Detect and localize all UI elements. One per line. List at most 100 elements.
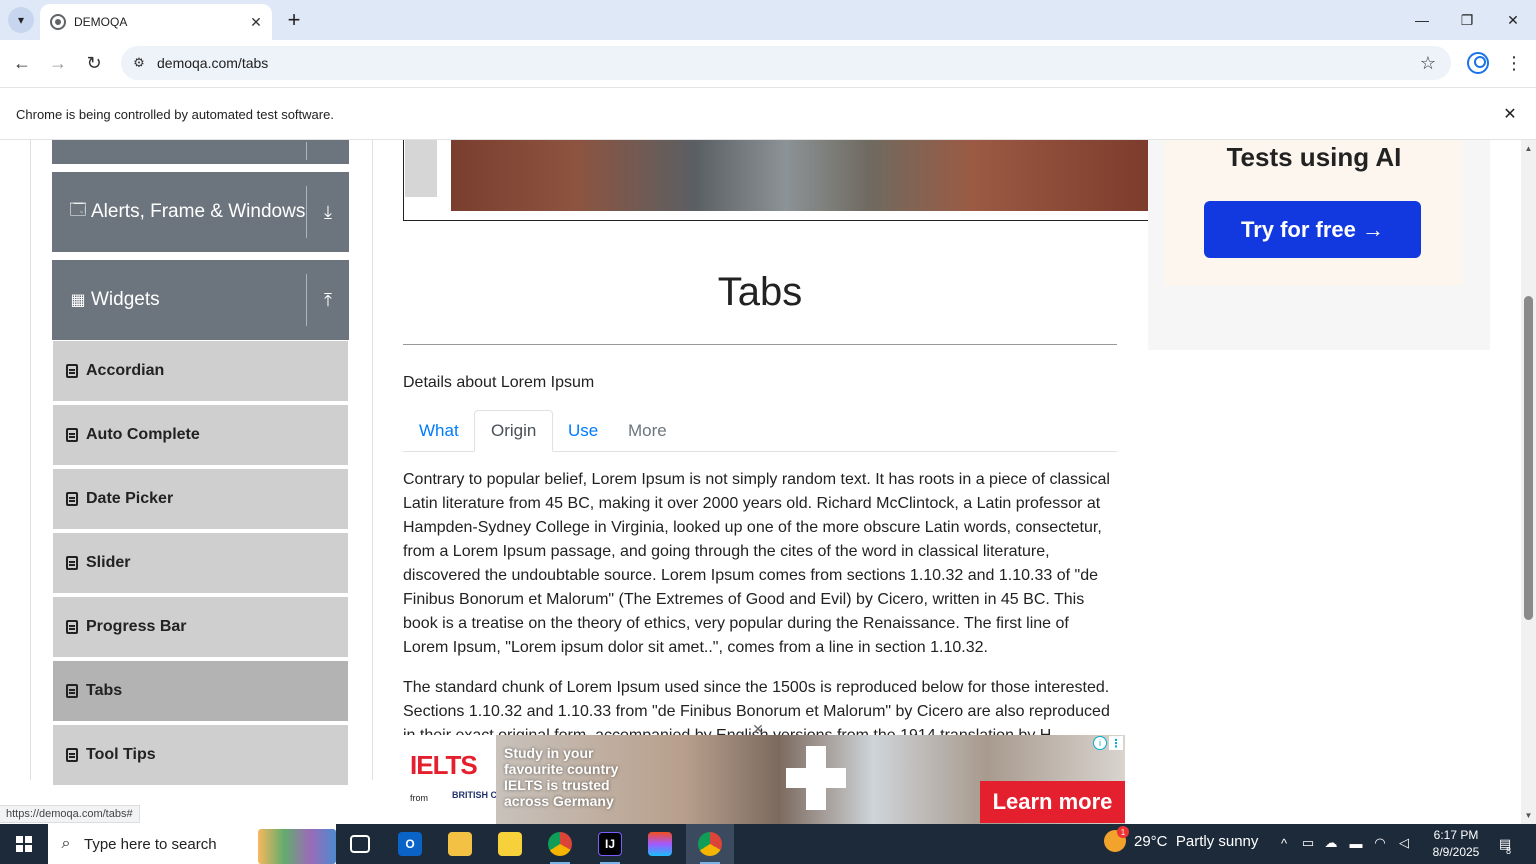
reload-button[interactable]: ↻ [82, 51, 106, 75]
volume-icon[interactable]: ◁ [1395, 834, 1413, 852]
sidebar-group-alerts[interactable]: 🗔 Alerts, Frame & Windows ⤓ [52, 172, 349, 252]
window-icon: 🗔 [69, 201, 87, 219]
task-view-icon [350, 835, 370, 853]
battery-icon[interactable]: ▬ [1347, 834, 1365, 852]
sidebar-item-tabs[interactable]: Tabs [53, 661, 348, 723]
item-icon [66, 492, 78, 506]
status-bar-url: https://demoqa.com/tabs# [0, 805, 140, 823]
onedrive-icon[interactable]: ☁ [1322, 834, 1340, 852]
forward-button[interactable]: → [46, 51, 70, 75]
try-for-free-button[interactable]: Try for free → [1204, 201, 1421, 258]
browser-tab[interactable]: DEMOQA ✕ [40, 4, 272, 40]
ad-copy-line: across Germany [504, 793, 614, 809]
sidebar-item-label: Tool Tips [86, 746, 156, 763]
taskbar-chrome-active[interactable] [686, 824, 734, 864]
sticky-notes-icon [498, 832, 522, 856]
ad-info-icon[interactable]: i [1093, 736, 1107, 750]
tab-what[interactable]: What [403, 410, 475, 452]
ad-headline: Tests using AI [1226, 142, 1402, 172]
site-info-icon[interactable]: ⚙ [129, 53, 149, 73]
tab-more: More [628, 421, 667, 440]
group-label: Alerts, Frame & Windows [91, 201, 306, 222]
group-label: Widgets [91, 289, 160, 310]
weather-text: 29°C Partly sunny [1134, 832, 1259, 850]
chrome-icon [698, 832, 722, 856]
search-placeholder: Type here to search [84, 835, 217, 853]
scroll-down-arrow-icon[interactable]: ▼ [1521, 808, 1536, 822]
start-button[interactable] [0, 824, 48, 864]
sidebar-item-tool-tips[interactable]: Tool Tips [53, 725, 348, 787]
taskbar-intellij[interactable]: IJ [586, 824, 634, 864]
globe-icon [50, 14, 66, 30]
item-icon [66, 428, 78, 442]
restore-button[interactable]: ❐ [1455, 8, 1479, 32]
browser-menu-icon[interactable]: ⋮ [1504, 52, 1524, 74]
taskbar-chrome[interactable] [536, 824, 584, 864]
windows-icon [16, 836, 32, 852]
search-icon: ⌕ [61, 835, 71, 852]
sidebar-item-auto-complete[interactable]: Auto Complete [53, 405, 348, 467]
item-icon [66, 364, 78, 378]
folder-icon [448, 832, 472, 856]
sidebar-item-label: Auto Complete [86, 426, 200, 443]
plus-shape [786, 768, 846, 788]
address-bar[interactable] [121, 46, 1451, 80]
banner-thumbnail [405, 140, 437, 197]
page-title: Tabs [717, 270, 803, 314]
ad-menu-icon[interactable]: ⋮ [1109, 736, 1123, 750]
sidebar-item-label: Slider [86, 554, 131, 571]
banner-image[interactable] [451, 140, 1148, 211]
sidebar-item-progress-bar[interactable]: Progress Bar [53, 597, 348, 659]
taskbar-sticky-notes[interactable] [486, 824, 534, 864]
close-window-button[interactable]: ✕ [1501, 8, 1525, 32]
close-infobar-icon[interactable]: ✕ [1500, 104, 1520, 124]
sidebar-item-accordian[interactable]: Accordian [53, 341, 348, 403]
tab-use[interactable]: Use [552, 410, 614, 452]
sidebar-item-slider[interactable]: Slider [53, 533, 348, 595]
notification-icon[interactable]: ▤ [1494, 834, 1516, 854]
tabs-nav: What Origin Use More [403, 410, 1117, 452]
item-icon [66, 620, 78, 634]
weather-badge: 1 [1117, 826, 1129, 838]
tab-title: DEMOQA [74, 15, 128, 29]
profile-icon[interactable] [1467, 52, 1489, 74]
details-label: Details about Lorem Ipsum [403, 374, 595, 391]
tab-origin[interactable]: Origin [474, 410, 554, 452]
tab-search-button[interactable]: ▾ [8, 7, 34, 33]
url-text[interactable]: demoqa.com/tabs [157, 55, 268, 71]
wifi-icon[interactable]: ◠ [1371, 834, 1389, 852]
chevron-up-icon[interactable]: ^ [1275, 834, 1293, 852]
figma-icon [648, 832, 672, 856]
learn-more-button[interactable]: Learn more [980, 781, 1125, 823]
sidebar-item-label: Date Picker [86, 490, 174, 507]
ad-from-label: from [410, 793, 428, 803]
ad-copy-line: IELTS is trusted [504, 777, 610, 793]
scroll-thumb[interactable] [1524, 296, 1533, 620]
new-tab-button[interactable]: + [282, 7, 306, 32]
ad-close-icon[interactable]: ✕ [750, 721, 766, 737]
item-icon [66, 556, 78, 570]
taskbar-outlook[interactable]: O [386, 824, 434, 864]
system-clock[interactable]: 6:17 PM 8/9/2025 [1420, 827, 1492, 861]
tab-paragraph: Contrary to popular belief, Lorem Ipsum … [403, 471, 1110, 656]
ad-copy-line: favourite country [504, 761, 619, 777]
sidebar-group-widgets[interactable]: ▦ Widgets ⤒ [52, 260, 349, 340]
bookmark-star-icon[interactable]: ☆ [1417, 52, 1439, 74]
expand-arrow-icon[interactable]: ⤓ [307, 202, 349, 223]
minimize-button[interactable]: — [1410, 8, 1434, 32]
taskbar-file-explorer[interactable] [436, 824, 484, 864]
close-tab-icon[interactable]: ✕ [246, 12, 266, 32]
back-button[interactable]: ← [10, 51, 34, 75]
taskbar-figma[interactable] [636, 824, 684, 864]
sidebar-item-date-picker[interactable]: Date Picker [53, 469, 348, 531]
sidebar-item-label: Progress Bar [86, 618, 187, 635]
weather-widget[interactable]: 1 29°C Partly sunny [1104, 826, 1259, 852]
collapse-arrow-icon[interactable]: ⤒ [307, 290, 349, 311]
sidebar-group-previous[interactable] [52, 140, 349, 164]
task-view-button[interactable] [336, 824, 384, 864]
sidebar-item-label: Tabs [86, 682, 123, 699]
item-icon [66, 748, 78, 762]
scroll-up-arrow-icon[interactable]: ▲ [1521, 141, 1536, 155]
meet-now-icon[interactable]: ▭ [1299, 834, 1317, 852]
clock-time: 6:17 PM [1433, 828, 1479, 842]
